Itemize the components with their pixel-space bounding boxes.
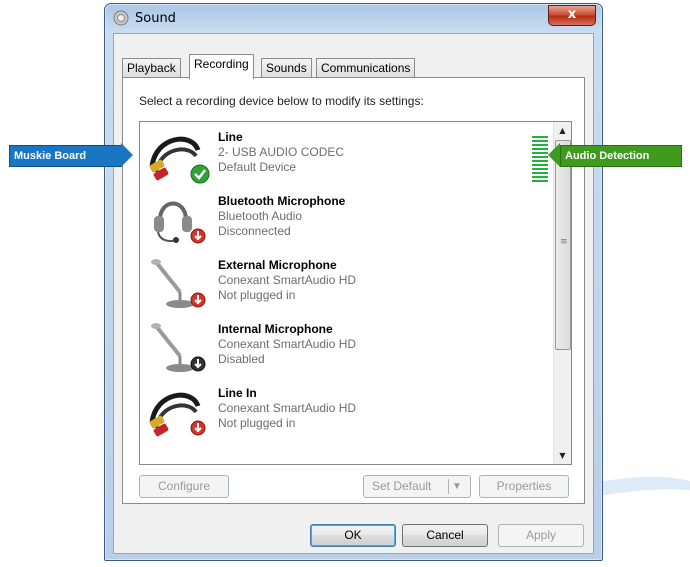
- tab-playback[interactable]: Playback: [122, 58, 181, 78]
- scrollbar-thumb[interactable]: ≡: [555, 140, 571, 350]
- configure-button[interactable]: Configure: [139, 475, 229, 498]
- properties-button[interactable]: Properties: [479, 475, 569, 498]
- tab-sounds[interactable]: Sounds: [261, 58, 312, 78]
- apply-button[interactable]: Apply: [498, 524, 584, 547]
- list-item-line-in[interactable]: Line In Conexant SmartAudio HD Not plugg…: [140, 380, 550, 444]
- device-driver: 2- USB AUDIO CODEC: [218, 145, 345, 159]
- down-arrow-icon: [190, 356, 206, 372]
- check-icon: [190, 164, 210, 184]
- scroll-down-button[interactable]: ▼: [554, 447, 571, 464]
- dialog-client-area: Playback Recording Sounds Communications…: [113, 33, 594, 554]
- device-text: Bluetooth Microphone Bluetooth Audio Dis…: [218, 194, 345, 239]
- list-item-external-microphone[interactable]: External Microphone Conexant SmartAudio …: [140, 252, 550, 316]
- window-title: Sound: [135, 11, 176, 26]
- device-name: Internal Microphone: [218, 322, 333, 336]
- list-item-internal-microphone[interactable]: Internal Microphone Conexant SmartAudio …: [140, 316, 550, 380]
- audio-detection-callout: Audio Detection: [560, 145, 682, 167]
- split-divider: [448, 479, 449, 494]
- ok-button[interactable]: OK: [310, 524, 396, 547]
- device-name: Line In: [218, 386, 257, 400]
- device-text: External Microphone Conexant SmartAudio …: [218, 258, 356, 303]
- tab-communications[interactable]: Communications: [316, 58, 416, 78]
- device-driver: Conexant SmartAudio HD: [218, 273, 357, 287]
- scroll-up-button[interactable]: ▲: [554, 122, 571, 139]
- device-name: External Microphone: [218, 258, 337, 272]
- down-arrow-icon: [190, 292, 206, 308]
- muskie-board-callout: Muskie Board: [9, 145, 122, 167]
- chevron-down-icon[interactable]: ▼: [452, 476, 462, 497]
- close-icon: x: [567, 7, 577, 22]
- device-text: Line In Conexant SmartAudio HD Not plugg…: [218, 386, 356, 431]
- right-arrow-icon: [121, 143, 133, 167]
- audio-level-meter: [532, 136, 548, 184]
- set-default-split-button[interactable]: Set Default ▼: [363, 475, 471, 498]
- down-arrow-icon: [190, 228, 206, 244]
- down-arrow-icon: [190, 420, 206, 436]
- set-default-label: Set Default: [372, 479, 432, 493]
- callout-label: Audio Detection: [565, 150, 650, 162]
- device-status: Default Device: [218, 160, 297, 174]
- callout-label: Muskie Board: [14, 150, 87, 162]
- device-status: Not plugged in: [218, 288, 296, 302]
- device-name: Bluetooth Microphone: [218, 194, 346, 208]
- tab-recording[interactable]: Recording: [189, 54, 254, 79]
- device-text: Internal Microphone Conexant SmartAudio …: [218, 322, 356, 367]
- recording-tab-panel: Select a recording device below to modif…: [122, 77, 585, 504]
- device-status: Disconnected: [218, 224, 291, 238]
- cancel-button[interactable]: Cancel: [402, 524, 488, 547]
- device-text: Line 2- USB AUDIO CODEC Default Device: [218, 130, 344, 175]
- left-arrow-icon: [548, 143, 560, 167]
- device-driver: Conexant SmartAudio HD: [218, 337, 357, 351]
- recording-device-list[interactable]: Line 2- USB AUDIO CODEC Default Device B…: [139, 121, 572, 465]
- instruction-text: Select a recording device below to modif…: [139, 94, 424, 108]
- list-item-line[interactable]: Line 2- USB AUDIO CODEC Default Device: [140, 124, 550, 188]
- close-button[interactable]: x: [548, 5, 596, 26]
- device-status: Disabled: [218, 352, 265, 366]
- title-bar[interactable]: Sound x: [105, 4, 602, 32]
- device-name: Line: [218, 130, 243, 144]
- list-item-bluetooth-microphone[interactable]: Bluetooth Microphone Bluetooth Audio Dis…: [140, 188, 550, 252]
- device-driver: Bluetooth Audio: [218, 209, 303, 223]
- device-status: Not plugged in: [218, 416, 296, 430]
- sound-dialog: Sound x Playback Recording Sounds Commun…: [104, 3, 603, 561]
- vertical-scrollbar[interactable]: ▲ ≡ ▼: [553, 122, 571, 464]
- grip-icon: ≡: [560, 237, 568, 247]
- device-driver: Conexant SmartAudio HD: [218, 401, 357, 415]
- speaker-icon: [113, 10, 129, 26]
